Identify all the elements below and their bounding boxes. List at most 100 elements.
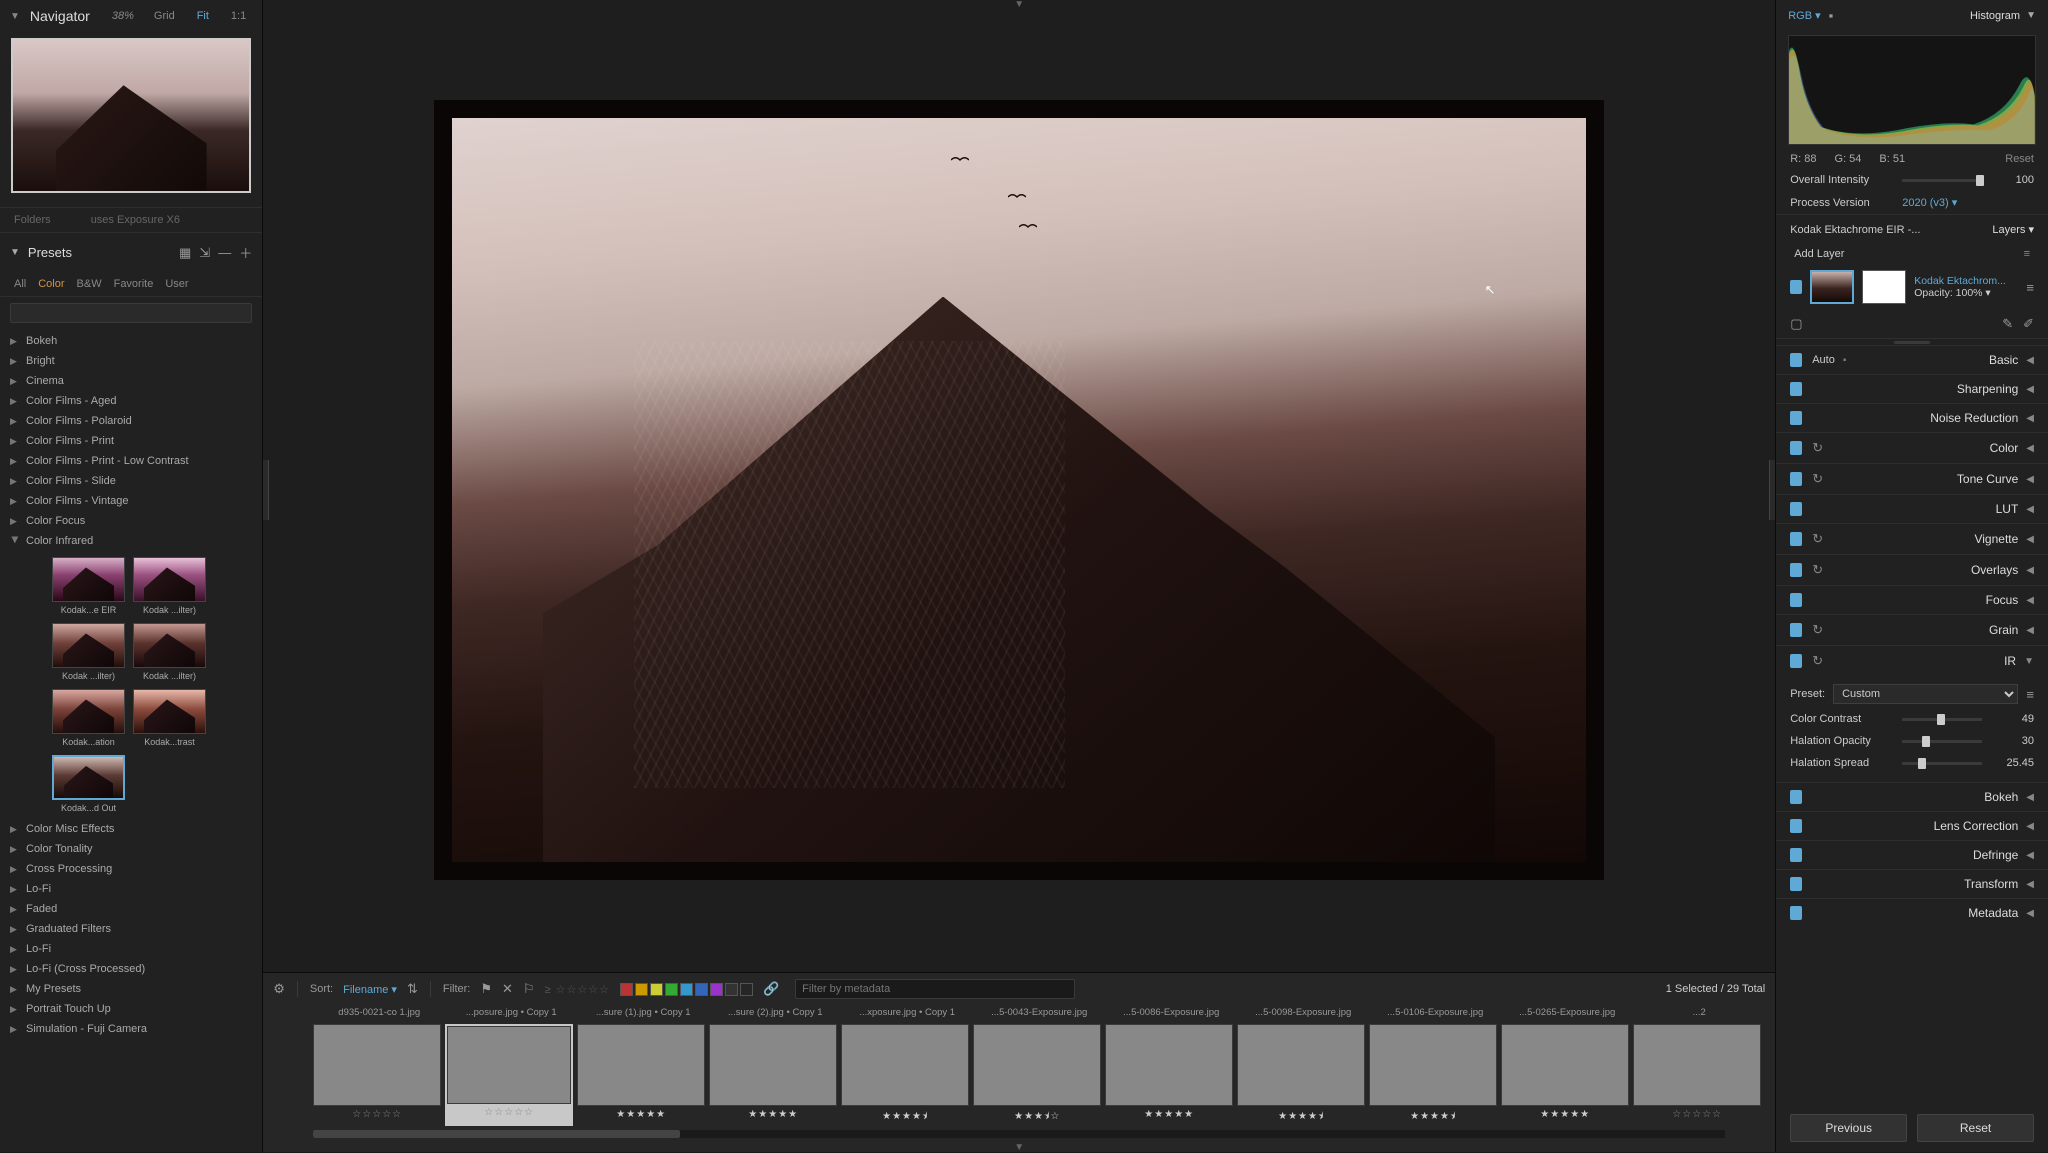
filter-bw[interactable]: B&W (77, 276, 102, 292)
panel-header-overlays[interactable]: ↻Overlays◀ (1776, 555, 2048, 585)
eyedropper-icon[interactable]: ✐ (2023, 316, 2034, 332)
right-panel-handle[interactable] (1769, 460, 1775, 520)
panel-toggle[interactable] (1790, 411, 1802, 425)
layer-thumbnail[interactable] (1810, 270, 1854, 304)
preset-category[interactable]: ▶Portrait Touch Up (0, 999, 262, 1019)
panel-toggle[interactable] (1790, 877, 1802, 891)
color-chip[interactable] (725, 983, 738, 996)
thumbnail-image[interactable] (313, 1024, 441, 1106)
panel-toggle[interactable] (1790, 563, 1802, 577)
collapse-icon[interactable]: ▼ (2026, 10, 2036, 21)
panel-toggle[interactable] (1790, 382, 1802, 396)
panel-header-lens-correction[interactable]: Lens Correction◀ (1776, 812, 2048, 840)
star-rating[interactable]: ★★★★★ (1501, 1109, 1629, 1120)
preset-category[interactable]: ▶Bokeh (0, 331, 262, 351)
reset-icon[interactable]: ↻ (1812, 653, 1823, 669)
plus-icon[interactable]: ＋ (239, 243, 252, 262)
preset-category[interactable]: ▶Color Films - Print - Low Contrast (0, 451, 262, 471)
panel-header-color[interactable]: ↻Color◀ (1776, 433, 2048, 463)
preset-category[interactable]: ▶Color Films - Aged (0, 391, 262, 411)
preset-category[interactable]: ▶Color Tonality (0, 839, 262, 859)
sort-direction-icon[interactable]: ⇅ (407, 981, 418, 997)
panel-header-vignette[interactable]: ↻Vignette◀ (1776, 524, 2048, 554)
panel-header-noise-reduction[interactable]: Noise Reduction◀ (1776, 404, 2048, 432)
thumbnail-image[interactable] (1501, 1024, 1629, 1106)
panel-toggle[interactable] (1790, 353, 1802, 367)
layers-dropdown[interactable]: Layers ▾ (1992, 223, 2034, 236)
top-panel-toggle[interactable]: ▼ (263, 0, 1775, 8)
link-icon[interactable]: 🔗 (763, 981, 779, 997)
color-chip[interactable] (710, 983, 723, 996)
preset-category[interactable]: ▶Cinema (0, 371, 262, 391)
panel-toggle[interactable] (1790, 654, 1802, 668)
preset-category[interactable]: ▶Color Films - Polaroid (0, 411, 262, 431)
panel-header-focus[interactable]: Focus◀ (1776, 586, 2048, 614)
star-rating[interactable]: ★★★★⯨ (841, 1109, 969, 1126)
thumbnail-image[interactable] (1237, 1024, 1365, 1106)
panel-toggle[interactable] (1790, 593, 1802, 607)
panel-toggle[interactable] (1790, 441, 1802, 455)
star-rating[interactable]: ★★★★★ (709, 1109, 837, 1120)
panel-header-bokeh[interactable]: Bokeh◀ (1776, 783, 2048, 811)
filmstrip-thumbnail[interactable]: ★★★★★ (1501, 1024, 1629, 1126)
ir-preset-select[interactable]: Custom (1833, 684, 2018, 704)
reset-icon[interactable]: ↻ (1812, 471, 1823, 487)
reset-link[interactable]: Reset (2005, 153, 2034, 165)
brush-icon[interactable]: ✎ (2002, 316, 2013, 332)
panel-header-lut[interactable]: LUT◀ (1776, 495, 2048, 523)
filmstrip-thumbnail[interactable]: ☆☆☆☆☆ (1633, 1024, 1761, 1126)
filmstrip-thumbnail[interactable]: ★★★★★ (577, 1024, 705, 1126)
thumbnail-image[interactable] (1633, 1024, 1761, 1106)
histogram[interactable] (1788, 35, 2036, 145)
reset-button[interactable]: Reset (1917, 1114, 2034, 1142)
star-rating[interactable]: ☆☆☆☆☆ (1633, 1109, 1761, 1120)
flag-unflagged-icon[interactable]: ⚐ (523, 981, 535, 997)
previous-button[interactable]: Previous (1790, 1114, 1907, 1142)
preset-category[interactable]: ▶Cross Processing (0, 859, 262, 879)
filmstrip-scrollbar[interactable] (313, 1130, 1725, 1138)
panel-header-tone-curve[interactable]: ↻Tone Curve◀ (1776, 464, 2048, 494)
flag-pick-icon[interactable]: ⚑ (480, 981, 492, 997)
star-rating[interactable]: ★★★★★ (577, 1109, 705, 1120)
crop-icon[interactable]: ▢ (1790, 316, 1802, 332)
filter-all[interactable]: All (14, 276, 26, 292)
panel-toggle[interactable] (1790, 790, 1802, 804)
reset-icon[interactable]: ↻ (1812, 562, 1823, 578)
thumbnail-image[interactable] (709, 1024, 837, 1106)
sort-dropdown[interactable]: Filename ▾ (343, 983, 397, 996)
zoom-1to1[interactable]: 1:1 (231, 10, 246, 22)
star-rating[interactable]: ☆☆☆☆☆ (447, 1107, 571, 1118)
filter-color[interactable]: Color (38, 276, 64, 292)
preset-thumbnail[interactable] (133, 557, 206, 602)
filmstrip-thumbnail[interactable]: ★★★★⯨ (1237, 1024, 1365, 1126)
collapse-icon[interactable]: ▼ (10, 11, 20, 22)
panel-toggle[interactable] (1790, 472, 1802, 486)
preset-thumbnail[interactable] (52, 755, 125, 800)
star-rating[interactable]: ★★★★⯨ (1369, 1109, 1497, 1126)
metadata-filter-input[interactable] (795, 979, 1075, 999)
reset-icon[interactable]: ↻ (1812, 622, 1823, 638)
filmstrip-thumbnail[interactable]: ☆☆☆☆☆ (313, 1024, 441, 1126)
collapse-all-icon[interactable]: ⇲ (199, 245, 210, 261)
color-chip[interactable] (665, 983, 678, 996)
filmstrip-thumbnail[interactable]: ☆☆☆☆☆ (445, 1024, 573, 1126)
left-panel-handle[interactable] (263, 460, 269, 520)
menu-icon[interactable]: ≡ (2026, 280, 2034, 295)
auto-button[interactable]: Auto (1812, 354, 1835, 366)
color-chip[interactable] (620, 983, 633, 996)
panel-header-defringe[interactable]: Defringe◀ (1776, 841, 2048, 869)
preset-category[interactable]: ▶Color Films - Print (0, 431, 262, 451)
canvas[interactable]: ↖ (263, 8, 1775, 972)
panel-toggle[interactable] (1790, 502, 1802, 516)
main-image[interactable]: ↖ (452, 118, 1586, 862)
filmstrip-thumbnail[interactable]: ★★★★★ (1105, 1024, 1233, 1126)
preset-category[interactable]: ▶My Presets (0, 979, 262, 999)
filmstrip-thumbnail[interactable]: ★★★⯨☆ (973, 1024, 1101, 1126)
star-rating[interactable]: ★★★★⯨ (1237, 1109, 1365, 1126)
preset-thumbnail[interactable] (133, 689, 206, 734)
panel-toggle[interactable] (1790, 623, 1802, 637)
panel-header-sharpening[interactable]: Sharpening◀ (1776, 375, 2048, 403)
channel-dropdown[interactable]: RGB ▾ (1788, 9, 1820, 22)
pin-icon[interactable]: ▪ (1843, 355, 1847, 366)
filmstrip-thumbnail[interactable]: ★★★★★ (709, 1024, 837, 1126)
